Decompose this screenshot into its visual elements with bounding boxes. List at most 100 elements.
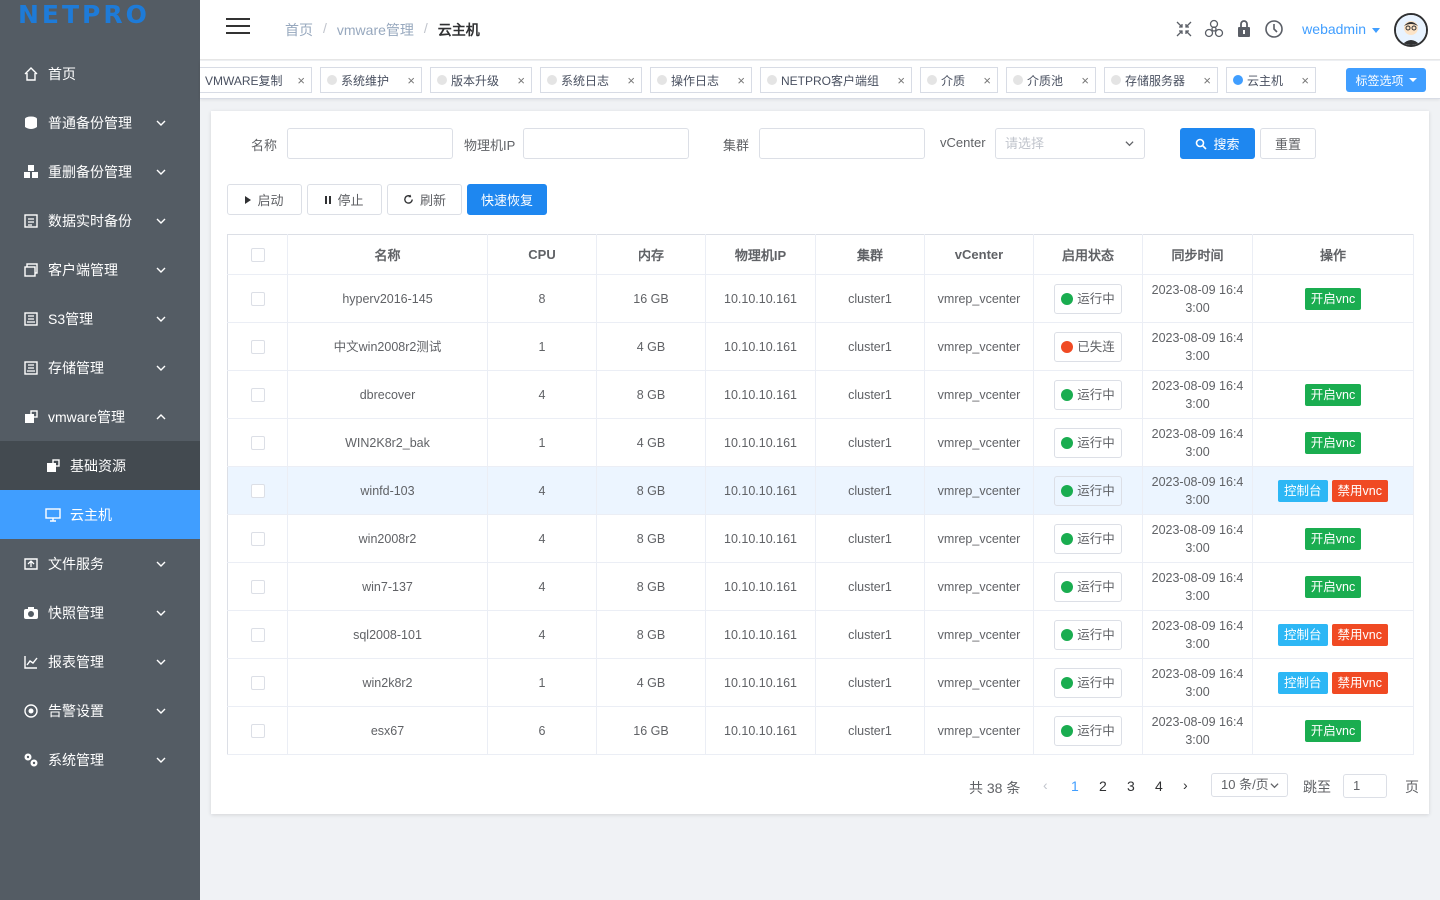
quick-restore-button[interactable]: 快速恢复: [467, 184, 547, 215]
breadcrumb-home[interactable]: 首页: [285, 20, 313, 40]
disable-vnc-button[interactable]: 禁用vnc: [1331, 623, 1388, 646]
ip-input[interactable]: [523, 128, 689, 159]
tag-client-group[interactable]: NETPRO客户端组 ×: [760, 67, 912, 93]
sidebar-item-file-service[interactable]: 文件服务: [0, 539, 200, 588]
open-vnc-button[interactable]: 开启vnc: [1304, 287, 1362, 310]
refresh-button[interactable]: 刷新: [387, 184, 462, 215]
name-input[interactable]: [287, 128, 453, 159]
sidebar-item-realtime-backup[interactable]: 数据实时备份: [0, 196, 200, 245]
fullscreen-icon[interactable]: [1174, 18, 1194, 40]
close-icon[interactable]: ×: [983, 73, 991, 88]
sidebar-subitem-base-resource[interactable]: 基础资源: [0, 441, 200, 490]
goto-input[interactable]: 1: [1343, 774, 1387, 798]
sidebar-item-vmware[interactable]: vmware管理: [0, 392, 200, 441]
page-number[interactable]: 4: [1155, 778, 1163, 794]
table-row[interactable]: 中文win2008r2测试 1 4 GB 10.10.10.161 cluster1 vm…: [227, 322, 1414, 371]
close-icon[interactable]: ×: [407, 73, 415, 88]
hamburger-icon[interactable]: [226, 18, 250, 38]
tag-vmware-replication[interactable]: VMWARE复制 ×: [200, 67, 312, 93]
close-icon[interactable]: ×: [737, 73, 745, 88]
tag-media[interactable]: 介质 ×: [920, 67, 998, 93]
sidebar-item-home[interactable]: 首页: [0, 49, 200, 98]
status-cell: 已失连: [1033, 322, 1143, 371]
lock-icon[interactable]: [1234, 18, 1254, 40]
tag-storage-server[interactable]: 存储服务器 ×: [1104, 67, 1218, 93]
page-size-select[interactable]: 10 条/页: [1211, 773, 1288, 797]
row-checkbox[interactable]: [250, 628, 265, 643]
table-row[interactable]: sql2008-101 4 8 GB 10.10.10.161 cluster1 vmre…: [227, 610, 1414, 659]
sidebar-item-report[interactable]: 报表管理: [0, 637, 200, 686]
close-icon[interactable]: ×: [897, 73, 905, 88]
table-row[interactable]: win2008r2 4 8 GB 10.10.10.161 cluster1 vmrep_…: [227, 514, 1414, 563]
row-checkbox[interactable]: [250, 580, 265, 595]
close-icon[interactable]: ×: [517, 73, 525, 88]
next-page-icon[interactable]: ›: [1183, 777, 1188, 793]
row-checkbox[interactable]: [250, 436, 265, 451]
row-checkbox[interactable]: [250, 532, 265, 547]
page-number[interactable]: 1: [1071, 778, 1079, 794]
start-button[interactable]: 启动: [227, 184, 302, 215]
open-vnc-button[interactable]: 开启vnc: [1304, 527, 1362, 550]
cluster-input[interactable]: [759, 128, 925, 159]
row-checkbox[interactable]: [250, 292, 265, 307]
user-menu[interactable]: webadmin: [1302, 21, 1380, 37]
close-icon[interactable]: ×: [1081, 73, 1089, 88]
disable-vnc-button[interactable]: 禁用vnc: [1331, 671, 1388, 694]
sidebar-item-snapshot[interactable]: 快照管理: [0, 588, 200, 637]
table-row[interactable]: dbrecover 4 8 GB 10.10.10.161 cluster1 vmrep_…: [227, 370, 1414, 419]
stop-button[interactable]: 停止: [307, 184, 382, 215]
row-checkbox[interactable]: [250, 724, 265, 739]
avatar[interactable]: [1394, 13, 1428, 47]
console-button[interactable]: 控制台: [1278, 671, 1328, 694]
tag-cloud-host[interactable]: 云主机 ×: [1226, 67, 1316, 93]
tag-options-button[interactable]: 标签选项: [1346, 68, 1426, 92]
tag-media-pool[interactable]: 介质池 ×: [1006, 67, 1096, 93]
tag-system-log[interactable]: 系统日志 ×: [540, 67, 642, 93]
page-number[interactable]: 2: [1099, 778, 1107, 794]
row-checkbox[interactable]: [250, 388, 265, 403]
sidebar-item-client[interactable]: 客户端管理: [0, 245, 200, 294]
close-icon[interactable]: ×: [1203, 73, 1211, 88]
vcenter-select[interactable]: 请选择: [995, 128, 1145, 159]
table-row[interactable]: WIN2K8r2_bak 1 4 GB 10.10.10.161 cluster1 vmr…: [227, 418, 1414, 467]
sidebar-item-dedup-backup[interactable]: 重删备份管理: [0, 147, 200, 196]
sidebar-item-storage[interactable]: 存储管理: [0, 343, 200, 392]
table-row[interactable]: winfd-103 4 8 GB 10.10.10.161 cluster1 vmrep_…: [227, 466, 1414, 515]
tag-system-maintenance[interactable]: 系统维护 ×: [320, 67, 422, 93]
table-row[interactable]: win2k8r2 1 4 GB 10.10.10.161 cluster1 vmrep_v…: [227, 658, 1414, 707]
console-button[interactable]: 控制台: [1278, 623, 1328, 646]
disable-vnc-button[interactable]: 禁用vnc: [1331, 479, 1388, 502]
sidebar-item-alarm[interactable]: 告警设置: [0, 686, 200, 735]
close-icon[interactable]: ×: [297, 73, 305, 88]
row-checkbox[interactable]: [250, 340, 265, 355]
sidebar-item-label: 数据实时备份: [48, 212, 132, 229]
row-checkbox[interactable]: [250, 676, 265, 691]
close-icon[interactable]: ×: [1301, 73, 1309, 88]
breadcrumb-vmware[interactable]: vmware管理: [337, 20, 414, 40]
fan-icon[interactable]: [1204, 18, 1224, 40]
page-number[interactable]: 3: [1127, 778, 1135, 794]
tag-dot: [1111, 75, 1121, 85]
sidebar-item-s3[interactable]: S3管理: [0, 294, 200, 343]
sidebar-item-normal-backup[interactable]: 普通备份管理: [0, 98, 200, 147]
prev-page-icon[interactable]: ‹: [1043, 777, 1048, 793]
search-button[interactable]: 搜索: [1180, 128, 1255, 159]
select-all-checkbox[interactable]: [250, 248, 265, 263]
sidebar-item-system[interactable]: 系统管理: [0, 735, 200, 784]
table-row[interactable]: hyperv2016-145 8 16 GB 10.10.10.161 cluster1…: [227, 274, 1414, 323]
sidebar-subitem-cloud-host[interactable]: 云主机: [0, 490, 200, 539]
table-row[interactable]: esx67 6 16 GB 10.10.10.161 cluster1 vmrep_vce…: [227, 706, 1414, 755]
tag-version-upgrade[interactable]: 版本升级 ×: [430, 67, 532, 93]
clock-icon[interactable]: [1264, 18, 1284, 40]
console-button[interactable]: 控制台: [1278, 479, 1328, 502]
cluster-cell: cluster1: [815, 562, 925, 611]
row-checkbox[interactable]: [250, 484, 265, 499]
open-vnc-button[interactable]: 开启vnc: [1304, 719, 1362, 742]
reset-button[interactable]: 重置: [1260, 128, 1316, 159]
open-vnc-button[interactable]: 开启vnc: [1304, 383, 1362, 406]
close-icon[interactable]: ×: [627, 73, 635, 88]
tag-operation-log[interactable]: 操作日志 ×: [650, 67, 752, 93]
table-row[interactable]: win7-137 4 8 GB 10.10.10.161 cluster1 vmrep_v…: [227, 562, 1414, 611]
open-vnc-button[interactable]: 开启vnc: [1304, 575, 1362, 598]
open-vnc-button[interactable]: 开启vnc: [1304, 431, 1362, 454]
